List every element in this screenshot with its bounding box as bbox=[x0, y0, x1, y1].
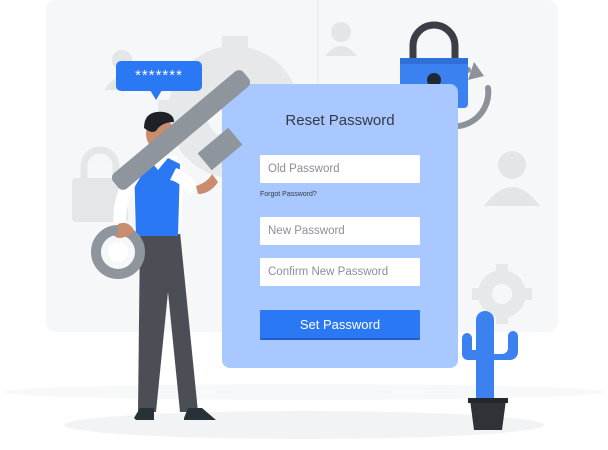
reset-password-card: Reset Password Forgot Password? Set Pass… bbox=[222, 84, 458, 368]
reset-password-illustration: Reset Password Forgot Password? Set Pass… bbox=[0, 0, 608, 450]
floor-shadow bbox=[64, 411, 544, 439]
page-title: Reset Password bbox=[285, 112, 395, 129]
forgot-password-link[interactable]: Forgot Password? bbox=[260, 191, 317, 198]
confirm-password-input[interactable] bbox=[260, 258, 420, 286]
set-password-button[interactable]: Set Password bbox=[260, 310, 420, 338]
speech-bubble-text: ******* bbox=[135, 67, 183, 84]
new-password-input[interactable] bbox=[260, 217, 420, 245]
old-password-input[interactable] bbox=[260, 155, 420, 183]
